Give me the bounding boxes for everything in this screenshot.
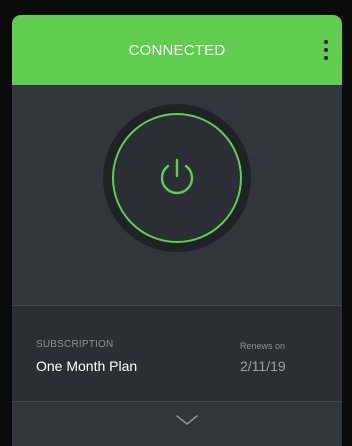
chevron-down-icon xyxy=(176,415,198,425)
renews-label: Renews on xyxy=(240,341,286,351)
subscription-label: SUBSCRIPTION xyxy=(36,339,114,350)
vpn-app: CONNECTED SUBSCRIPTION One Month Plan Re… xyxy=(12,15,342,446)
expand-button[interactable] xyxy=(172,410,202,430)
more-menu-button[interactable] xyxy=(318,35,334,65)
power-icon xyxy=(160,158,194,195)
kebab-menu-icon xyxy=(324,48,328,52)
power-button[interactable] xyxy=(112,113,242,243)
connection-status-bar: CONNECTED xyxy=(12,15,342,85)
renew-date: 2/11/19 xyxy=(240,358,286,374)
connection-status: CONNECTED xyxy=(128,41,226,59)
kebab-menu-icon xyxy=(324,56,328,60)
plan-name: One Month Plan xyxy=(36,358,138,374)
power-section xyxy=(12,85,342,307)
footer-bar xyxy=(12,401,342,446)
window-frame: CONNECTED SUBSCRIPTION One Month Plan Re… xyxy=(0,0,352,446)
subscription-panel: SUBSCRIPTION One Month Plan Renews on 2/… xyxy=(12,305,342,401)
kebab-menu-icon xyxy=(324,40,328,44)
